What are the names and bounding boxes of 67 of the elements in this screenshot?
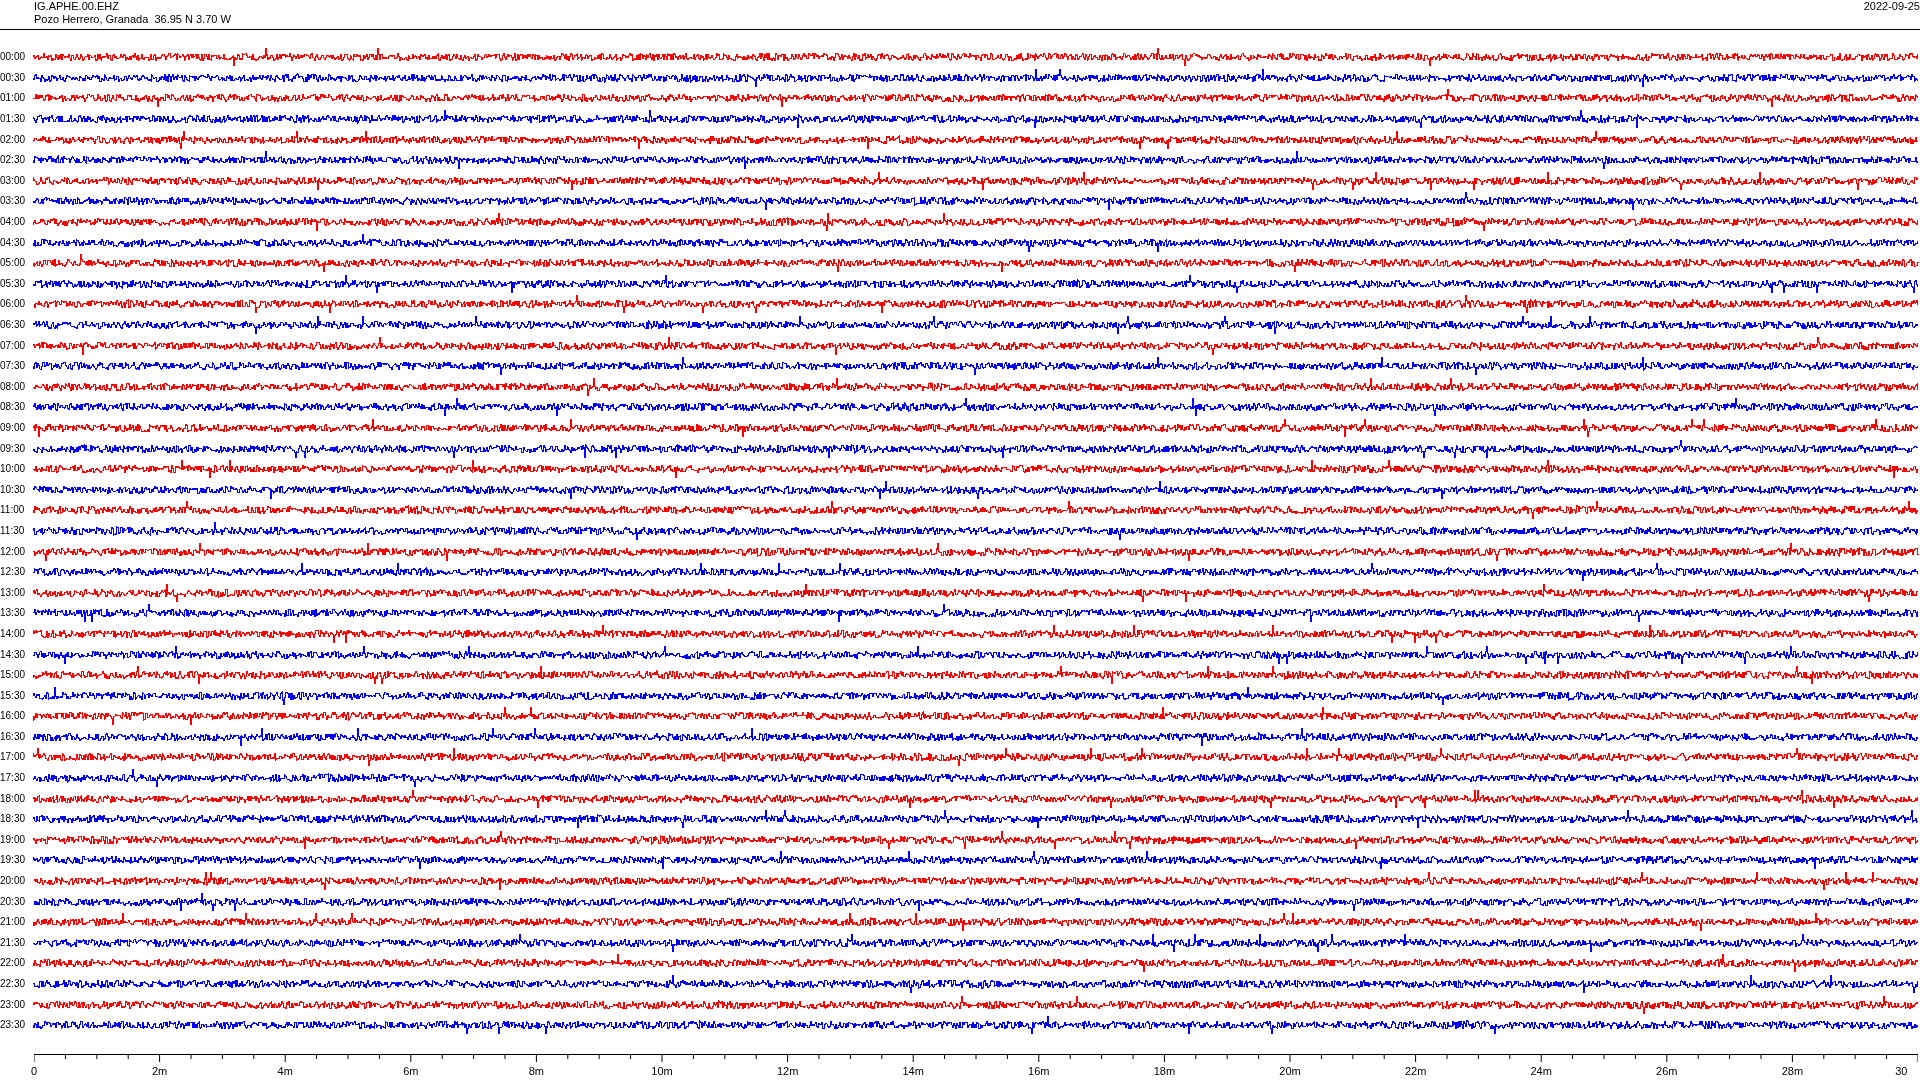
trace-time-label: 16:30 [0, 731, 27, 742]
axis-tick-label: 0 [29, 1063, 39, 1079]
trace-time-label: 06:00 [0, 299, 27, 310]
trace-time-label: 20:00 [0, 876, 27, 887]
plot-date: 2022-09-25 [1863, 0, 1920, 14]
trace-time-label: 22:30 [0, 979, 27, 989]
trace-time-label: 16:00 [0, 711, 27, 722]
trace-time-label: 06:30 [0, 320, 27, 330]
trace-time-label: 05:30 [0, 278, 27, 289]
trace-time-label: 19:30 [0, 855, 27, 866]
trace-time-label: 23:30 [0, 1020, 27, 1031]
trace-time-label: 15:00 [0, 670, 27, 681]
trace-time-label: 05:00 [0, 258, 27, 269]
trace-time-label: 08:30 [0, 402, 27, 413]
axis-tick-label: 6m [402, 1063, 420, 1079]
station-code: IG.APHE.00.EHZ [34, 0, 120, 13]
trace-time-label: 01:30 [0, 114, 27, 125]
axis-tick-label: 24m [1529, 1063, 1553, 1079]
trace-time-label: 01:00 [0, 93, 27, 104]
axis-tick-label: 2m [150, 1063, 169, 1079]
trace-time-label: 14:00 [0, 628, 27, 639]
trace-time-label: 07:00 [0, 340, 27, 351]
axis-tick-label: 4m [276, 1063, 294, 1079]
trace-time-label: 13:30 [0, 608, 27, 619]
trace-time-label: 02:30 [0, 155, 27, 166]
trace-time-label: 17:30 [0, 773, 27, 784]
trace-time-label: 00:00 [0, 52, 27, 63]
trace-time-label: 11:30 [0, 525, 26, 536]
axis-tick-label: 30 [1894, 1063, 1909, 1079]
axis-tick-label: 20m [1278, 1063, 1302, 1079]
trace-time-label: 08:00 [0, 381, 27, 392]
axis-tick-label: 16m [1027, 1063, 1051, 1079]
trace-time-label: 23:00 [0, 999, 27, 1010]
trace-time-label: 03:00 [0, 175, 27, 186]
trace-time-label: 00:30 [0, 72, 27, 83]
axis-tick-label: 14m [901, 1063, 925, 1079]
axis-tick-label: 12m [775, 1063, 800, 1079]
trace-time-label: 18:00 [0, 793, 27, 804]
trace-time-label: 21:30 [0, 937, 27, 948]
trace-time-label: 15:30 [0, 690, 27, 701]
trace-time-label: 11:00 [0, 505, 26, 516]
trace-time-label: 22:00 [0, 958, 27, 969]
axis-tick-label: 8m [527, 1063, 546, 1079]
trace-time-label: 07:30 [0, 361, 27, 372]
trace-time-label: 12:30 [0, 567, 27, 578]
trace-time-label: 09:30 [0, 443, 27, 454]
axis-tick-label: 10m [650, 1063, 674, 1079]
trace-time-label: 19:00 [0, 834, 27, 845]
trace-time-label: 13:00 [0, 587, 27, 598]
axis-tick-label: 22m [1403, 1063, 1428, 1079]
trace-time-label: 20:30 [0, 896, 27, 907]
trace-time-label: 09:00 [0, 423, 27, 433]
axis-tick-label: 18m [1152, 1063, 1177, 1079]
trace-time-label: 10:00 [0, 464, 27, 475]
trace-time-label: 14:30 [0, 649, 27, 660]
station-location: Pozo Herrero, Granada 36.95 N 3.70 W [34, 13, 231, 26]
trace-time-label: 12:00 [0, 546, 27, 557]
trace-time-label: 17:00 [0, 752, 27, 763]
trace-time-label: 18:30 [0, 814, 27, 825]
trace-time-label: 04:00 [0, 217, 27, 228]
trace-time-label: 03:30 [0, 196, 27, 207]
trace-time-label: 02:00 [0, 134, 27, 145]
trace-time-label: 21:00 [0, 917, 27, 928]
trace-time-label: 04:30 [0, 237, 27, 248]
trace-time-label: 10:30 [0, 484, 27, 495]
axis-tick-label: 28m [1780, 1063, 1805, 1079]
axis-tick-label: 26m [1655, 1063, 1679, 1079]
